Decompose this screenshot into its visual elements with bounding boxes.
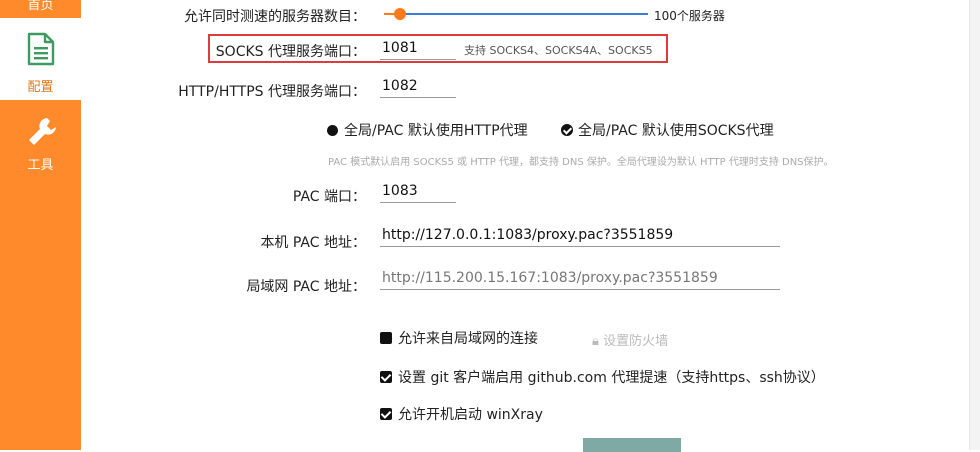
local-pac-input[interactable]: http://127.0.0.1:1083/proxy.pac?3551859 bbox=[380, 227, 780, 247]
radio-label: 全局/PAC 默认使用SOCKS代理 bbox=[578, 123, 774, 139]
sidebar: 首页 配置 工具 bbox=[0, 0, 81, 450]
http-port-label: HTTP/HTTPS 代理服务端口： bbox=[178, 84, 366, 100]
lock-icon: 🔒︎ bbox=[592, 334, 599, 349]
document-icon bbox=[26, 32, 56, 70]
sidebar-item-label: 工具 bbox=[27, 158, 54, 173]
socks-port-hint: 支持 SOCKS4、SOCKS4A、SOCKS5 bbox=[464, 44, 653, 57]
sidebar-item-config[interactable]: 配置 bbox=[0, 18, 81, 100]
sidebar-item-label: 首页 bbox=[27, 0, 54, 13]
max-servers-slider[interactable] bbox=[384, 8, 648, 20]
sidebar-item-label: 配置 bbox=[27, 80, 54, 95]
slider-thumb[interactable] bbox=[393, 8, 406, 20]
checkbox-checked-icon bbox=[380, 408, 392, 420]
scrollbar[interactable] bbox=[969, 0, 980, 450]
allow-lan-checkbox[interactable]: 允许来自局域网的连接 bbox=[380, 328, 538, 348]
pac-port-input[interactable]: 1083 bbox=[380, 183, 456, 203]
firewall-label: 设置防火墙 bbox=[603, 334, 669, 349]
sidebar-item-tools[interactable]: 工具 bbox=[0, 108, 81, 178]
radio-socks-default[interactable]: 全局/PAC 默认使用SOCKS代理 bbox=[561, 120, 774, 140]
sidebar-item-home[interactable]: 首页 bbox=[0, 0, 81, 18]
checkbox-label: 允许开机启动 winXray bbox=[398, 407, 543, 423]
radio-label: 全局/PAC 默认使用HTTP代理 bbox=[344, 123, 528, 139]
radio-selected-icon bbox=[327, 124, 338, 136]
checkbox-label: 允许来自局域网的连接 bbox=[398, 331, 538, 347]
max-servers-value: 100个服务器 bbox=[654, 9, 725, 23]
checkbox-checked-icon bbox=[380, 371, 392, 383]
git-proxy-checkbox[interactable]: 设置 git 客户端启用 github.com 代理提速（支持https、ssh… bbox=[380, 367, 825, 387]
radio-http-default[interactable]: 全局/PAC 默认使用HTTP代理 bbox=[327, 120, 528, 140]
lan-pac-input[interactable]: http://115.200.15.167:1083/proxy.pac?355… bbox=[380, 270, 780, 290]
pac-port-label: PAC 端口： bbox=[292, 189, 366, 205]
autostart-checkbox[interactable]: 允许开机启动 winXray bbox=[380, 404, 543, 424]
checkbox-label: 设置 git 客户端启用 github.com 代理提速（支持https、ssh… bbox=[398, 370, 825, 386]
local-pac-label: 本机 PAC 地址： bbox=[260, 235, 366, 251]
max-servers-label: 允许同时测速的服务器数目： bbox=[184, 9, 366, 25]
socks-port-label: SOCKS 代理服务端口： bbox=[215, 44, 366, 60]
socks-port-input[interactable]: 1081 bbox=[380, 40, 456, 60]
firewall-button[interactable]: 🔒︎ 设置防火墙 bbox=[592, 330, 668, 349]
wrench-icon bbox=[27, 116, 57, 152]
radio-check-icon bbox=[561, 124, 573, 136]
checkbox-icon bbox=[380, 332, 392, 344]
http-port-input[interactable]: 1082 bbox=[380, 78, 456, 98]
lan-pac-label: 局域网 PAC 地址： bbox=[246, 279, 366, 295]
proxy-mode-note: PAC 模式默认启用 SOCKS5 或 HTTP 代理，都支持 DNS 保护。全… bbox=[328, 157, 834, 168]
